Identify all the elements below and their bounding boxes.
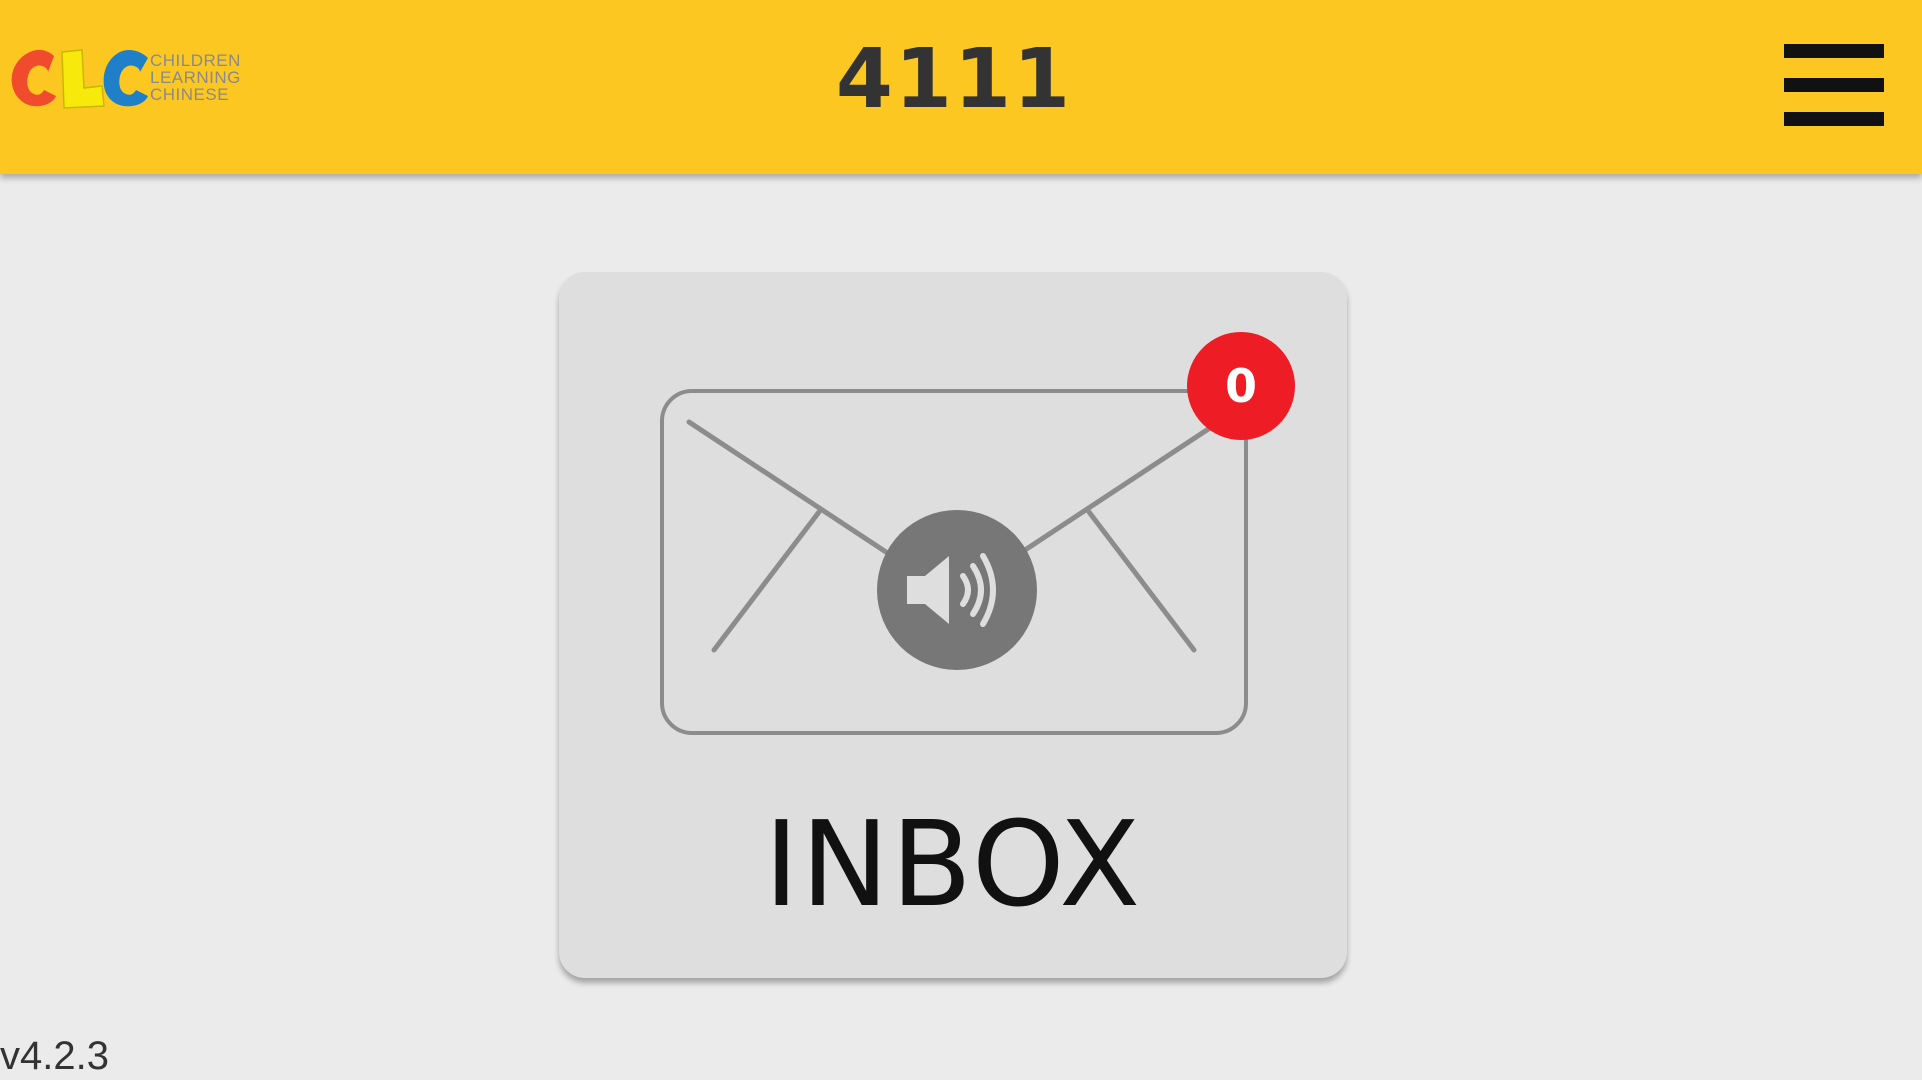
unread-count-badge: 0 — [1187, 332, 1295, 440]
app-header: CHILDREN LEARNING CHINESE 4111 — [0, 0, 1922, 174]
app-version: v4.2.3 — [0, 1034, 109, 1078]
speaker-icon — [877, 510, 1037, 670]
inbox-button[interactable]: 0 INBOX — [559, 272, 1347, 978]
inbox-label: INBOX — [763, 795, 1143, 933]
page-title: 4111 — [835, 32, 1073, 127]
hamburger-menu-button[interactable] — [1780, 40, 1888, 130]
